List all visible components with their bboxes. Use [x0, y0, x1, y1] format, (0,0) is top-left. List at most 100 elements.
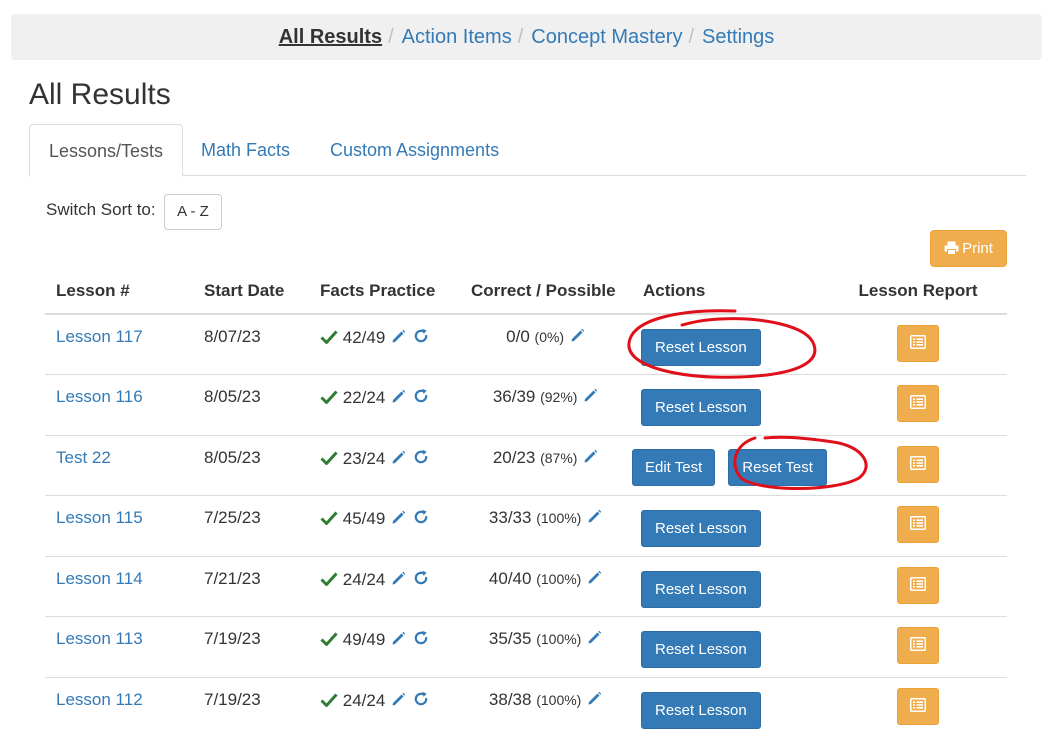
refresh-icon[interactable] [412, 690, 430, 708]
lesson-link[interactable]: Lesson 117 [56, 327, 143, 346]
facts-practice-cell: 42/49 [309, 314, 460, 375]
nav-all-results[interactable]: All Results [279, 26, 382, 49]
facts-practice-cell: 24/24 [309, 555, 460, 617]
actions-cell: Edit Test Reset Test [632, 434, 829, 496]
reset-lesson-button[interactable]: Reset Lesson [641, 389, 761, 426]
lesson-link[interactable]: Lesson 116 [56, 387, 143, 406]
pencil-icon[interactable] [390, 630, 407, 647]
pencil-icon[interactable] [390, 388, 407, 405]
refresh-icon[interactable] [412, 327, 430, 345]
pencil-icon[interactable] [582, 448, 599, 465]
start-date: 8/05/23 [193, 374, 309, 435]
percent-score: (100%) [536, 691, 582, 708]
pencil-icon[interactable] [586, 690, 603, 707]
reset-lesson-button[interactable]: Reset Lesson [641, 510, 761, 547]
start-date: 7/19/23 [193, 616, 309, 677]
facts-score: 23/24 [342, 448, 386, 468]
report-cell [829, 374, 1007, 435]
correct-possible-cell: 33/33 (100%) [460, 495, 632, 556]
printer-icon [944, 241, 959, 255]
start-date: 8/05/23 [193, 434, 309, 496]
edit-test-button[interactable]: Edit Test [632, 448, 716, 486]
lesson-link[interactable]: Lesson 115 [56, 508, 143, 527]
lesson-link[interactable]: Lesson 112 [56, 690, 143, 709]
tab-math-facts[interactable]: Math Facts [182, 124, 309, 176]
report-cell [829, 616, 1007, 677]
reset-test-button[interactable]: Reset Test [728, 448, 827, 486]
pencil-icon[interactable] [586, 508, 603, 525]
pencil-icon[interactable] [390, 449, 407, 466]
percent-score: (100%) [536, 570, 582, 587]
correct-possible-cell: 40/40 (100%) [460, 555, 632, 617]
tab-lessons-tests[interactable]: Lessons/Tests [29, 124, 184, 177]
table-row: Lesson 114 7/21/23 24/24 40/40 (100%) Res… [45, 555, 1007, 617]
sort-toggle-button[interactable]: A - Z [164, 194, 222, 230]
table-header-row: Lesson # Start Date Facts Practice Corre… [45, 268, 1007, 315]
print-button[interactable]: Print [930, 230, 1007, 267]
header-correct-possible: Correct / Possible [460, 268, 632, 315]
refresh-icon[interactable] [412, 387, 430, 405]
reset-lesson-button[interactable]: Reset Lesson [641, 329, 761, 366]
lesson-report-button[interactable] [897, 627, 939, 664]
correct-possible-cell: 38/38 (100%) [460, 676, 632, 738]
results-table: Lesson # Start Date Facts Practice Corre… [45, 268, 1007, 738]
correct-score: 20/23 [492, 447, 536, 467]
percent-score: (100%) [536, 510, 582, 526]
report-cell [829, 434, 1007, 496]
percent-score: (87%) [540, 449, 578, 466]
list-alt-icon [910, 516, 926, 530]
refresh-icon[interactable] [412, 448, 430, 466]
lesson-link[interactable]: Test 22 [56, 448, 111, 467]
table-row: Lesson 116 8/05/23 22/24 36/39 (92%) Rese… [45, 374, 1007, 435]
percent-score: (100%) [536, 631, 582, 647]
refresh-icon[interactable] [412, 569, 430, 587]
facts-practice-cell: 24/24 [309, 676, 460, 738]
lesson-report-button[interactable] [897, 325, 939, 362]
check-icon [320, 632, 338, 646]
lesson-link[interactable]: Lesson 114 [56, 569, 143, 588]
reset-lesson-button[interactable]: Reset Lesson [641, 570, 761, 608]
lesson-report-button[interactable] [897, 506, 939, 543]
table-row: Test 22 8/05/23 23/24 20/23 (87%) Edit Te… [45, 434, 1007, 496]
lesson-report-button[interactable] [897, 385, 939, 422]
nav-action-items[interactable]: Action Items [402, 26, 512, 49]
list-alt-icon [910, 697, 926, 712]
nav-settings[interactable]: Settings [702, 26, 774, 49]
pencil-icon[interactable] [390, 691, 407, 708]
pencil-icon[interactable] [390, 509, 407, 526]
print-label: Print [962, 240, 993, 257]
top-navigation: All Results / Action Items / Concept Mas… [11, 14, 1042, 60]
correct-possible-cell: 36/39 (92%) [460, 374, 632, 435]
check-icon [320, 571, 338, 586]
list-alt-icon [910, 455, 926, 470]
actions-cell: Reset Lesson [632, 676, 829, 738]
pencil-icon[interactable] [390, 328, 407, 345]
list-alt-icon [910, 335, 926, 349]
lesson-report-button[interactable] [897, 687, 939, 725]
pencil-icon[interactable] [586, 569, 603, 586]
refresh-icon[interactable] [412, 508, 430, 526]
table-row: Lesson 113 7/19/23 49/49 35/35 (100%) Res… [45, 616, 1007, 677]
pencil-icon[interactable] [569, 327, 586, 344]
facts-score: 45/49 [342, 509, 386, 528]
lesson-link[interactable]: Lesson 113 [56, 629, 143, 648]
correct-score: 36/39 [492, 387, 536, 406]
reset-lesson-button[interactable]: Reset Lesson [641, 691, 761, 729]
facts-score: 24/24 [342, 690, 386, 710]
refresh-icon[interactable] [412, 629, 430, 647]
facts-practice-cell: 22/24 [309, 374, 460, 435]
tab-custom-assignments[interactable]: Custom Assignments [311, 124, 518, 176]
table-row: Lesson 112 7/19/23 24/24 38/38 (100%) Res… [45, 676, 1007, 738]
correct-score: 33/33 [488, 508, 532, 527]
pencil-icon[interactable] [390, 570, 407, 587]
pencil-icon[interactable] [586, 629, 603, 646]
nav-concept-mastery[interactable]: Concept Mastery [531, 26, 682, 49]
list-alt-icon [910, 637, 926, 651]
pencil-icon[interactable] [582, 387, 599, 404]
actions-cell: Reset Lesson [632, 495, 829, 556]
lesson-report-button[interactable] [897, 445, 939, 483]
start-date: 8/07/23 [204, 327, 261, 346]
start-date: 7/21/23 [193, 555, 309, 617]
reset-lesson-button[interactable]: Reset Lesson [641, 631, 761, 668]
lesson-report-button[interactable] [897, 566, 939, 604]
